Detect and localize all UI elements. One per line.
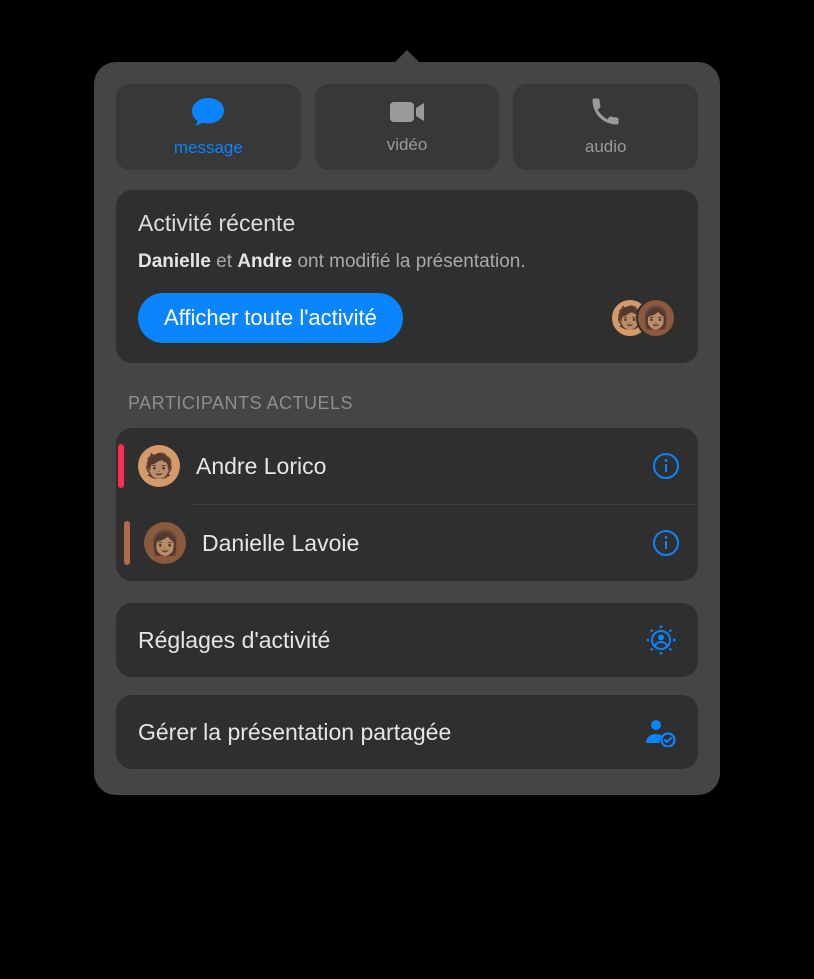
participant-row[interactable]: 👩🏽 Danielle Lavoie <box>116 505 698 581</box>
activity-settings-row[interactable]: Réglages d'activité <box>116 603 698 677</box>
activity-person-2: Andre <box>237 251 292 272</box>
audio-label: audio <box>585 137 627 157</box>
participants-list: 🧑🏽 Andre Lorico 👩🏽 Danielle Lavoie <box>116 428 698 581</box>
person-check-icon <box>644 717 676 747</box>
communication-buttons: message vidéo audio <box>116 84 698 170</box>
info-button[interactable] <box>652 452 680 480</box>
participant-color-stripe <box>118 444 124 488</box>
show-all-activity-button[interactable]: Afficher toute l'activité <box>138 293 403 343</box>
manage-shared-label: Gérer la présentation partagée <box>138 719 451 746</box>
participants-header: PARTICIPANTS ACTUELS <box>128 393 698 414</box>
video-icon <box>389 100 425 129</box>
collaboration-popover: message vidéo audio Activité récente Dan… <box>94 50 720 797</box>
phone-icon <box>592 98 620 131</box>
avatar: 👩🏽 <box>636 298 676 338</box>
participant-color-stripe <box>124 521 130 565</box>
avatar: 🧑🏽 <box>138 445 180 487</box>
video-label: vidéo <box>387 135 428 155</box>
recent-activity-text: Danielle et Andre ont modifié la présent… <box>138 251 676 273</box>
message-label: message <box>174 138 243 158</box>
popover-body: message vidéo audio Activité récente Dan… <box>94 62 720 795</box>
participant-name: Danielle Lavoie <box>202 530 652 557</box>
manage-shared-row[interactable]: Gérer la présentation partagée <box>116 695 698 769</box>
message-icon <box>191 97 225 132</box>
info-button[interactable] <box>652 529 680 557</box>
participant-name: Andre Lorico <box>196 453 652 480</box>
activity-row: Afficher toute l'activité 🧑🏽 👩🏽 <box>138 293 676 343</box>
participant-row[interactable]: 🧑🏽 Andre Lorico <box>116 428 698 504</box>
popover-caret <box>393 50 421 64</box>
message-button[interactable]: message <box>116 84 301 170</box>
activity-avatars: 🧑🏽 👩🏽 <box>610 298 676 338</box>
avatar: 👩🏽 <box>144 522 186 564</box>
activity-person-1: Danielle <box>138 251 211 272</box>
video-button[interactable]: vidéo <box>315 84 500 170</box>
recent-activity-card: Activité récente Danielle et Andre ont m… <box>116 190 698 363</box>
recent-activity-title: Activité récente <box>138 210 676 237</box>
activity-settings-label: Réglages d'activité <box>138 627 330 654</box>
audio-button[interactable]: audio <box>513 84 698 170</box>
gear-person-icon <box>646 625 676 655</box>
